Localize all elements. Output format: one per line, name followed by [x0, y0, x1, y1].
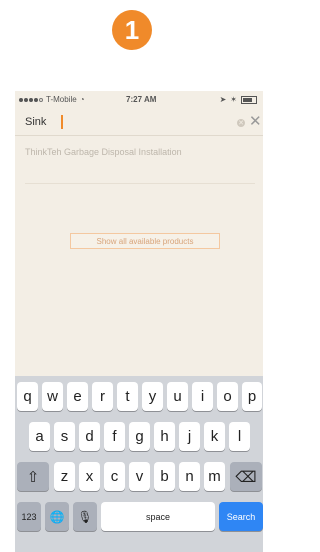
- bluetooth-icon: ✶: [230, 95, 237, 104]
- key-e[interactable]: e: [67, 382, 88, 411]
- step-number: 1: [124, 14, 140, 45]
- status-time: 7:27 AM: [126, 95, 157, 104]
- key-u[interactable]: u: [167, 382, 188, 411]
- result-divider: [25, 183, 255, 184]
- signal-icon: [19, 97, 43, 102]
- search-input[interactable]: [25, 115, 215, 129]
- phone-screen: T-Mobile ◔ 7:27 AM ➤ ✶ ✕ ✕ ThinkTeh Garb…: [15, 91, 263, 552]
- key-r[interactable]: r: [92, 382, 113, 411]
- key-b[interactable]: b: [154, 462, 175, 491]
- space-key[interactable]: space: [101, 502, 215, 531]
- key-l[interactable]: l: [229, 422, 250, 451]
- key-t[interactable]: t: [117, 382, 138, 411]
- close-icon[interactable]: ✕: [249, 114, 262, 130]
- battery-icon: [241, 95, 257, 104]
- step-badge: 1: [112, 10, 152, 50]
- search-key[interactable]: Search: [219, 502, 263, 531]
- globe-key[interactable]: 🌐: [45, 502, 69, 531]
- microphone-icon: 🎙: [77, 509, 93, 524]
- globe-icon: 🌐: [49, 509, 65, 524]
- search-bar: ✕ ✕: [15, 109, 263, 135]
- key-n[interactable]: n: [179, 462, 200, 491]
- shift-icon: ⇧: [26, 468, 40, 486]
- result-title: ThinkTeh Garbage Disposal Installation: [25, 147, 182, 157]
- key-o[interactable]: o: [217, 382, 238, 411]
- text-caret: [61, 115, 63, 129]
- key-y[interactable]: y: [142, 382, 163, 411]
- delete-icon: ⌫: [235, 468, 257, 486]
- list-item[interactable]: ThinkTeh Garbage Disposal Installation: [25, 146, 235, 158]
- page: 1 T-Mobile ◔ 7:27 AM ➤ ✶ ✕ ✕: [0, 0, 263, 552]
- key-s[interactable]: s: [54, 422, 75, 451]
- key-j[interactable]: j: [179, 422, 200, 451]
- carrier-label: T-Mobile: [46, 95, 77, 104]
- key-c[interactable]: c: [104, 462, 125, 491]
- key-m[interactable]: m: [204, 462, 225, 491]
- key-d[interactable]: d: [79, 422, 100, 451]
- key-x[interactable]: x: [79, 462, 100, 491]
- search-divider: [15, 135, 263, 136]
- shift-key[interactable]: ⇧: [17, 462, 49, 491]
- status-right: ➤ ✶: [220, 95, 257, 104]
- key-w[interactable]: w: [42, 382, 63, 411]
- key-p[interactable]: p: [242, 382, 262, 411]
- key-h[interactable]: h: [154, 422, 175, 451]
- key-a[interactable]: a: [29, 422, 50, 451]
- location-icon: ➤: [219, 95, 227, 104]
- key-f[interactable]: f: [104, 422, 125, 451]
- key-i[interactable]: i: [192, 382, 213, 411]
- key-g[interactable]: g: [129, 422, 150, 451]
- status-bar: T-Mobile ◔ 7:27 AM ➤ ✶: [15, 91, 263, 109]
- numbers-key[interactable]: 123: [17, 502, 41, 531]
- key-k[interactable]: k: [204, 422, 225, 451]
- status-left: T-Mobile ◔: [19, 95, 85, 104]
- key-v[interactable]: v: [129, 462, 150, 491]
- clear-icon[interactable]: ✕: [237, 119, 245, 127]
- key-q[interactable]: q: [17, 382, 38, 411]
- dictation-key[interactable]: 🎙: [73, 502, 97, 531]
- show-all-products-button[interactable]: Show all available products: [70, 233, 220, 249]
- delete-key[interactable]: ⌫: [230, 462, 262, 491]
- wifi-icon: ◔: [79, 95, 85, 104]
- key-z[interactable]: z: [54, 462, 75, 491]
- keyboard: q w e r t y u i o p a s d f g h j k l ⇧ …: [15, 376, 263, 552]
